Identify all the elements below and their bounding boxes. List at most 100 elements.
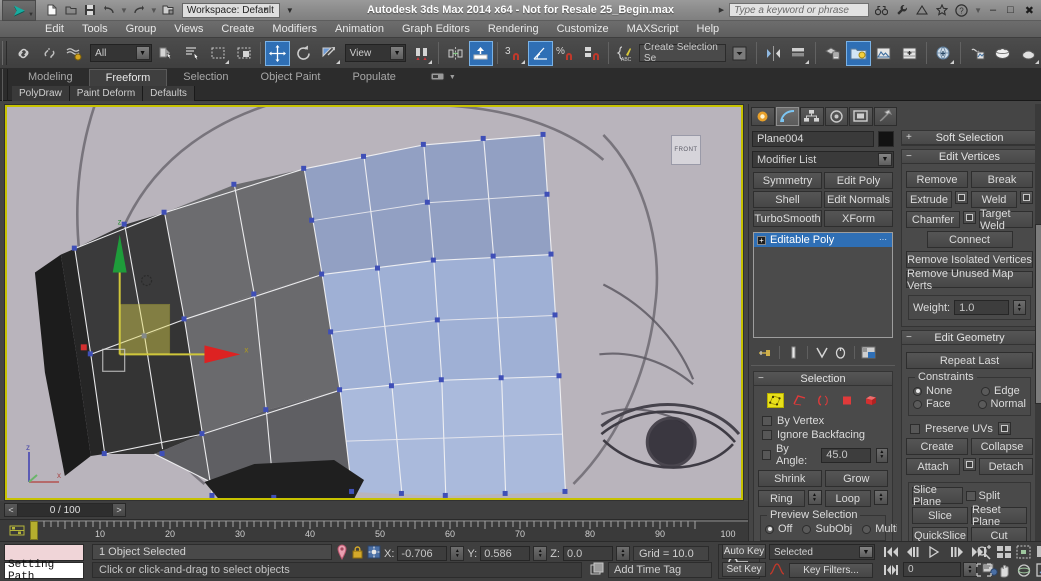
radio-constraint-none[interactable]: None — [913, 385, 971, 397]
chamfer-button[interactable]: Chamfer — [906, 211, 960, 228]
select-and-link-icon[interactable] — [11, 41, 36, 66]
menu-item-views[interactable]: Views — [165, 21, 212, 38]
select-object-icon[interactable] — [155, 41, 180, 66]
attach-button[interactable]: Attach — [906, 458, 960, 475]
render-setup-icon[interactable] — [845, 40, 871, 66]
modifier-button-symmetry[interactable]: Symmetry — [753, 172, 822, 189]
menu-item-edit[interactable]: Edit — [36, 21, 73, 38]
undo-dropdown-icon[interactable]: ▼ — [120, 6, 128, 15]
ribbon-display-mode-icon[interactable] — [430, 71, 445, 85]
application-menu-button[interactable]: ➤ ▼ — [2, 0, 36, 21]
modifier-button-turbosmooth[interactable]: TurboSmooth — [753, 210, 822, 227]
minimize-button[interactable]: – — [987, 4, 999, 16]
new-file-icon[interactable] — [44, 2, 60, 18]
radio-constraint-face[interactable]: Face — [913, 398, 968, 410]
command-panel-scrollbar[interactable] — [1035, 104, 1041, 541]
previous-frame-button[interactable]: < — [4, 503, 18, 517]
radio-preview-multi[interactable]: Multi — [862, 523, 898, 535]
break-button[interactable]: Break — [971, 171, 1033, 188]
ribbon-tab-object-paint[interactable]: Object Paint — [245, 69, 337, 86]
radio-constraint-normal[interactable]: Normal — [977, 398, 1026, 410]
x-spinner[interactable]: ▲ ▼ — [450, 546, 465, 561]
selection-filter-combo[interactable]: All ▼ — [90, 44, 152, 62]
object-color-swatch[interactable] — [878, 131, 894, 147]
material-editor-icon[interactable] — [820, 41, 845, 66]
slice-plane-button[interactable]: Slice Plane — [912, 484, 963, 508]
connect-button[interactable]: Connect — [926, 231, 1013, 248]
ribbon-button-defaults[interactable]: Defaults — [143, 86, 195, 101]
x-field[interactable]: -0.706 — [397, 546, 448, 561]
checkbox-icon[interactable] — [965, 490, 976, 501]
binoculars-icon[interactable] — [874, 3, 889, 18]
current-frame-display[interactable]: 0 / 100 — [18, 503, 112, 517]
modifier-button-edit-normals[interactable]: Edit Normals — [824, 191, 893, 208]
adaptive-degradation-icon[interactable] — [590, 562, 604, 576]
modifier-button-shell[interactable]: Shell — [753, 191, 822, 208]
ring-spinner[interactable]: ▲ ▼ — [807, 490, 822, 505]
selection-lock-pin-icon[interactable] — [336, 544, 348, 563]
y-spinner[interactable]: ▲ ▼ — [533, 546, 548, 561]
pan-icon[interactable] — [994, 562, 1013, 579]
weight-spinner[interactable]: ▲ ▼ — [1012, 300, 1026, 315]
chevron-down-icon[interactable]: ▼ — [449, 74, 456, 81]
ribbon-grip[interactable] — [2, 69, 8, 101]
timeline-ruler[interactable]: 10 20 30 40 50 60 70 80 90 100 — [30, 520, 748, 542]
menu-item-modifiers[interactable]: Modifiers — [263, 21, 326, 38]
maxscript-mini-listener[interactable]: Setting Path — [4, 559, 84, 581]
menu-item-maxscript[interactable]: MAXScript — [618, 21, 688, 38]
menu-item-customize[interactable]: Customize — [548, 21, 618, 38]
material-browser-icon[interactable] — [1016, 41, 1041, 66]
open-mini-curve-editor-icon[interactable] — [8, 523, 26, 537]
absolute-relative-transform-icon[interactable] — [367, 545, 381, 562]
display-tab-icon[interactable] — [849, 107, 873, 126]
element-icon[interactable] — [863, 393, 880, 408]
select-and-move-icon[interactable] — [265, 40, 291, 66]
ribbon-tab-populate[interactable]: Populate — [336, 69, 411, 86]
viewcube[interactable]: FRONT — [671, 135, 701, 165]
add-time-tag-button[interactable]: Add Time Tag — [608, 562, 712, 578]
workspace-dropdown-icon[interactable]: ▼ — [286, 6, 294, 15]
create-tab-icon[interactable] — [751, 107, 775, 126]
named-selection-dropdown-icon[interactable] — [727, 41, 752, 66]
expand-icon[interactable]: + — [757, 235, 766, 245]
set-key-button[interactable]: Set Key — [722, 562, 766, 577]
bind-to-space-warp-icon[interactable] — [62, 41, 87, 66]
select-and-rotate-icon[interactable] — [291, 41, 316, 66]
edit-named-selection-sets-icon[interactable]: ABC — [613, 41, 638, 66]
configure-sets-icon[interactable] — [860, 344, 877, 360]
time-slider-handle[interactable] — [30, 521, 38, 540]
next-frame-icon[interactable] — [946, 544, 967, 559]
named-selection-set-field[interactable]: Create Selection Se — [638, 42, 726, 64]
weld-settings-button[interactable] — [1020, 191, 1033, 204]
radio-constraint-edge[interactable]: Edge — [981, 385, 1020, 397]
modifier-stack[interactable]: + Editable Poly ⋯ — [753, 232, 893, 338]
open-file-icon[interactable] — [63, 2, 79, 18]
selection-lock-toggle-icon[interactable] — [351, 545, 364, 563]
checkbox-ignore-backfacing[interactable]: Ignore Backfacing — [762, 429, 888, 441]
edge-icon[interactable] — [791, 393, 808, 408]
by-angle-spinner[interactable]: ▲ ▼ — [875, 447, 889, 463]
hierarchy-tab-icon[interactable] — [800, 107, 824, 126]
window-crossing-toggle-icon[interactable] — [232, 41, 257, 66]
checkbox-by-vertex[interactable]: By Vertex — [762, 415, 888, 427]
show-end-result-icon[interactable] — [785, 344, 802, 360]
project-folder-icon[interactable] — [931, 41, 956, 66]
redo-icon[interactable] — [131, 2, 147, 18]
redo-dropdown-icon[interactable]: ▼ — [150, 6, 158, 15]
rollout-header-edit-vertices[interactable]: − Edit Vertices — [902, 150, 1037, 164]
checkbox-preserve-uvs[interactable]: Preserve UVs — [910, 422, 1033, 435]
help-dropdown-icon[interactable]: ▼ — [974, 6, 982, 15]
star-icon[interactable] — [934, 3, 949, 18]
viewport-front[interactable]: z x FRONT z x — [4, 104, 744, 501]
menu-item-animation[interactable]: Animation — [326, 21, 393, 38]
zoom-extents-all-icon[interactable] — [1034, 544, 1041, 561]
motion-tab-icon[interactable] — [824, 107, 848, 126]
spinner-snap-toggle-icon[interactable] — [579, 41, 604, 66]
slice-button[interactable]: Slice — [912, 507, 968, 524]
shrink-button[interactable]: Shrink — [758, 470, 822, 487]
create-button[interactable]: Create — [906, 438, 968, 455]
play-animation-icon[interactable] — [924, 544, 945, 559]
reset-plane-button[interactable]: Reset Plane — [971, 504, 1027, 528]
border-icon[interactable] — [815, 393, 832, 408]
ribbon-tab-freeform[interactable]: Freeform — [88, 69, 168, 86]
